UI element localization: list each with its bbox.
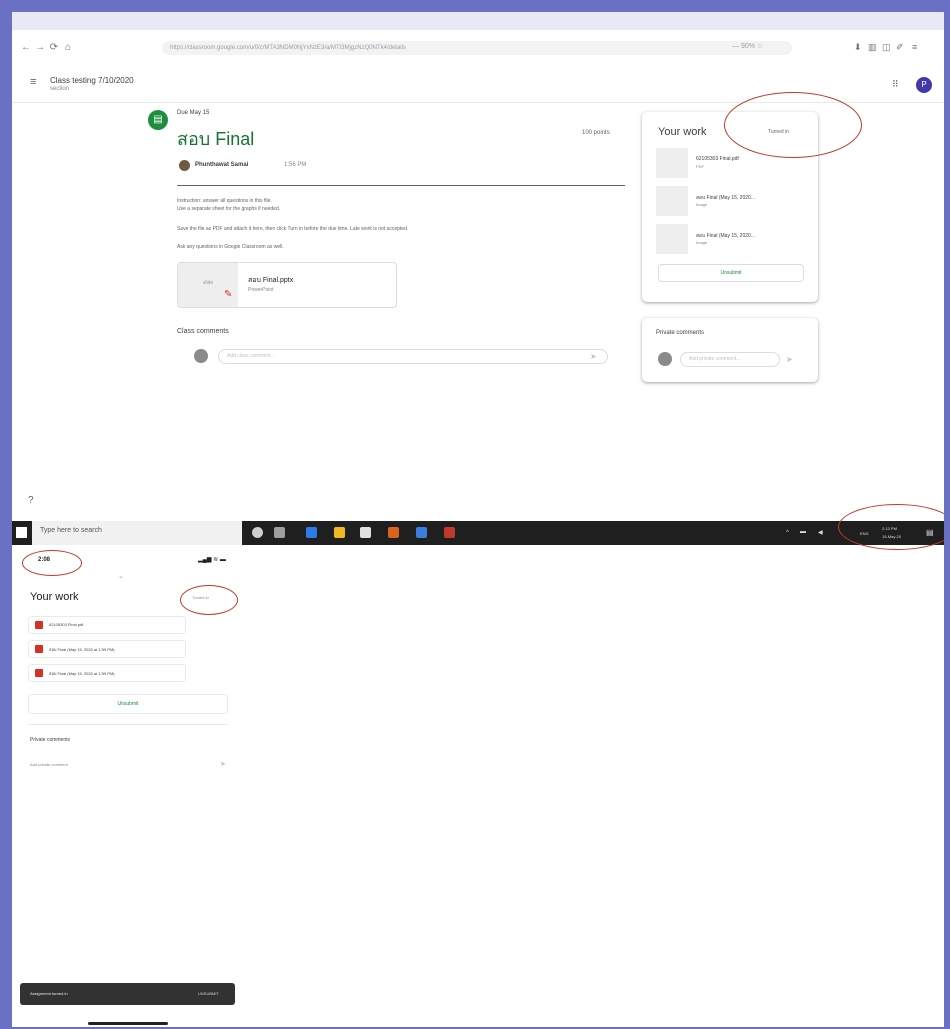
title-divider [177,185,625,186]
description-line: Instruction: answer all questions in thi… [177,198,272,204]
phone-home-indicator [88,1022,168,1025]
snackbar-message: Assignment turned in [30,991,68,996]
file-thumbnail [656,148,688,178]
attachment-name: สอบ Final.pptx [248,277,294,284]
tray-chevron-icon[interactable]: ^ [786,530,789,536]
file-type: Image [696,202,708,207]
back-icon[interactable]: ← [20,42,32,53]
annotation-circle-phone-time [22,550,82,576]
class-comments-heading: Class comments [177,328,229,335]
teacher-avatar [179,160,190,171]
reload-icon[interactable]: ⟳ [48,42,60,53]
collapse-chevron-icon[interactable]: ⌄ [118,572,124,580]
phone-divider [28,724,228,725]
send-icon[interactable]: ➤ [590,352,597,361]
taskbar-search-box[interactable]: Type here to search [32,521,242,545]
account-avatar[interactable]: P [916,77,932,93]
your-work-title: Your work [658,126,707,138]
download-icon[interactable]: ⬇ [854,42,862,53]
phone-submitted-file[interactable]: 62105303 Final.pdf [28,616,186,634]
private-comment-input[interactable]: Add private comment... [680,352,780,367]
assignment-points: 100 points [582,130,610,136]
class-section: section [50,86,70,92]
hamburger-menu-icon[interactable]: ≡ [30,76,36,88]
submitted-file[interactable]: สอบ Final (May 15, 2020... Image [656,224,806,254]
phone-submitted-file[interactable]: สอบ Final (May 15, 2020 at 1:59 PM) [28,640,186,658]
edit-pencil-icon: ✎ [224,289,233,300]
phone-your-work-title: Your work [30,591,79,603]
file-name: 62105303 Final.pdf [696,156,739,162]
library-icon[interactable]: ▥ [868,42,877,53]
image-file-icon [35,669,43,677]
class-name[interactable]: Class testing 7/10/2020 [50,76,134,85]
phone-private-comments-title: Private comments [30,737,71,743]
cortana-icon[interactable] [252,527,263,538]
network-icon[interactable]: ▬ [800,529,806,535]
snackbar-unsubmit-action[interactable]: UNSUBMIT [198,991,219,996]
annotation-circle-turned-in [724,92,862,158]
browser-toolbar: ← → ⟳ ⌂ https://classroom.google.com/u/0… [12,38,944,60]
description-line: Save the file as PDF and attach it here,… [177,226,409,232]
teacher-name: Phunthawat Samai [195,162,249,168]
phone-file-name: สอบ Final (May 15, 2020 at 1:59 PM) [49,671,115,676]
app-icon[interactable] [388,527,399,538]
window-top-strip [12,12,944,30]
app-icon[interactable] [444,527,455,538]
file-thumbnail [656,224,688,254]
send-icon[interactable]: ➤ [786,355,793,364]
private-comments-card: Private comments Add private comment... … [642,318,818,382]
taskbar-search-text: Type here to search [40,527,102,534]
description-line: Ask any questions in Google Classroom as… [177,244,284,250]
task-view-icon[interactable] [274,527,285,538]
snackbar: Assignment turned in UNSUBMIT [20,983,235,1005]
description-line: Use a separate sheet for the graphs if n… [177,206,281,212]
home-icon[interactable]: ⌂ [62,42,74,53]
phone-file-name: สอบ Final (May 15, 2020 at 1:59 PM) [49,647,115,652]
file-name: สอบ Final (May 15, 2020... [696,233,755,239]
forward-icon[interactable]: → [34,42,46,53]
private-comments-title: Private comments [656,330,705,336]
commenter-avatar [658,352,672,366]
phone-unsubmit-button[interactable]: Unsubmit [28,694,228,714]
annotation-circle-clock [838,504,944,550]
attachment-thumbnail: slide [178,263,238,307]
image-file-icon [35,645,43,653]
due-date: Due May 15 [177,110,210,116]
apps-grid-icon[interactable]: ⠿ [892,79,899,90]
assignment-title: สอบ Final [177,129,255,149]
windows-taskbar: Type here to search ^ ▬ ◀ ENG 2:13 PM 15… [12,521,944,545]
attachment-type: PowerPoint [248,287,274,293]
sidebar-icon[interactable]: ◫ [882,42,891,53]
file-thumbnail [656,186,688,216]
volume-icon[interactable]: ◀ [818,529,823,536]
submitted-file[interactable]: สอบ Final (May 15, 2020... Image [656,186,806,216]
store-icon[interactable] [360,527,371,538]
class-comment-input[interactable]: Add class comment... [218,349,608,364]
file-explorer-icon[interactable] [334,527,345,538]
edge-icon[interactable] [306,527,317,538]
file-type: PDF [696,164,704,169]
screenshot-frame: ← → ⟳ ⌂ https://classroom.google.com/u/0… [12,12,944,1027]
address-bar[interactable]: https://classroom.google.com/u/0/c/MTA3N… [162,41,792,55]
extension-icon[interactable]: ✐ [896,42,904,53]
attachment-card[interactable]: slide ✎ สอบ Final.pptx PowerPoint [177,262,397,308]
phone-file-name: 62105303 Final.pdf [49,622,84,627]
annotation-circle-phone-status [180,585,238,615]
unsubmit-button[interactable]: Unsubmit [658,264,804,282]
browser-menu-icon[interactable]: ≡ [912,42,917,52]
windows-start-icon[interactable] [16,527,27,538]
phone-private-comment-input[interactable]: Add private comment [30,762,68,767]
app-icon[interactable] [416,527,427,538]
phone-submitted-file[interactable]: สอบ Final (May 15, 2020 at 1:59 PM) [28,664,186,682]
file-type: Image [696,240,708,245]
pdf-icon [35,621,43,629]
zoom-level[interactable]: — 90% ☆ [732,42,763,50]
commenter-avatar [194,349,208,363]
post-time: 1:56 PM [284,162,307,168]
assignment-icon: ▤ [148,110,168,130]
help-icon[interactable]: ? [28,495,34,506]
phone-status-icons: ▂▄▆ ≋ ▬ [198,557,226,563]
file-name: สอบ Final (May 15, 2020... [696,195,755,201]
phone-send-icon[interactable]: ➤ [220,760,226,768]
